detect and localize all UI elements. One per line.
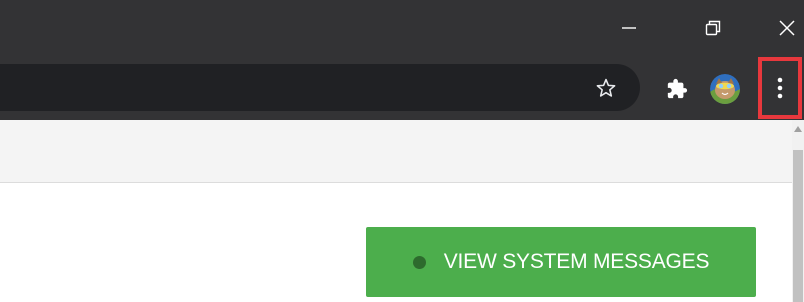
status-indicator-dot [412, 255, 426, 269]
minimize-button[interactable] [606, 8, 652, 48]
browser-window: VIEW SYSTEM MESSAGES [0, 0, 804, 302]
bookmark-star-button[interactable] [592, 74, 620, 102]
scroll-up-arrow[interactable] [794, 124, 802, 134]
page-header-bar [0, 120, 792, 183]
close-icon [779, 20, 795, 36]
view-system-messages-label: VIEW SYSTEM MESSAGES [443, 250, 710, 273]
view-system-messages-button[interactable]: VIEW SYSTEM MESSAGES [366, 227, 756, 297]
browser-menu-button[interactable] [758, 57, 802, 119]
puzzle-extensions-icon [667, 78, 688, 99]
scrollbar-thumb[interactable] [793, 150, 803, 302]
minimize-icon [622, 27, 636, 29]
browser-toolbar [0, 56, 804, 120]
restore-icon [705, 20, 721, 36]
star-icon [596, 78, 616, 97]
profile-avatar-image [710, 74, 740, 104]
address-bar[interactable] [0, 64, 640, 111]
restore-button[interactable] [690, 8, 736, 48]
profile-avatar[interactable] [710, 74, 740, 104]
close-button[interactable] [764, 8, 804, 48]
kebab-menu-icon [777, 77, 783, 99]
scroll-up-icon [794, 126, 802, 132]
extensions-button[interactable] [664, 76, 690, 102]
title-bar [0, 0, 804, 56]
